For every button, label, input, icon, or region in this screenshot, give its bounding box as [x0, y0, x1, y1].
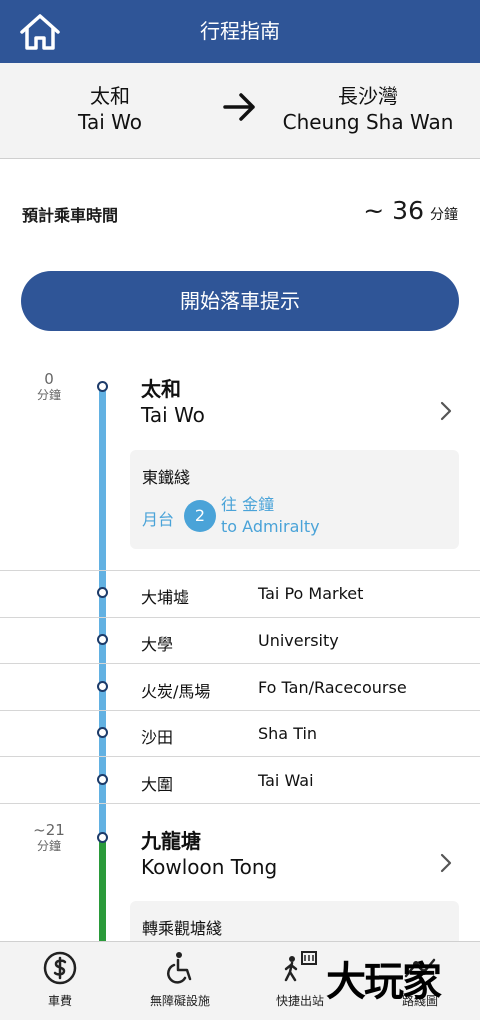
start-time-value: 0 [44, 370, 54, 388]
eta-value: ~ 36 [363, 196, 424, 225]
interchange-time-value: ~21 [33, 821, 65, 839]
interchange-time-unit: 分鐘 [36, 839, 61, 853]
stop-name-en: Tai Po Market [258, 584, 364, 603]
interchange-time: ~21 分鐘 [20, 821, 78, 854]
tab-label: 無障礙設施 [149, 994, 210, 1008]
start-alight-alert-button[interactable]: 開始落車提示 [21, 271, 459, 331]
destination-station: 長沙灣 Cheung Sha Wan [268, 83, 468, 135]
destination-name-zh: 長沙灣 [338, 84, 398, 108]
station-dot [97, 774, 108, 785]
divider [0, 570, 480, 571]
app-header: 行程指南 [0, 0, 480, 63]
origin-name-en: Tai Wo [78, 110, 142, 134]
interchange-station-en: Kowloon Tong [141, 855, 278, 879]
station-dot [97, 832, 108, 843]
tab-label: 車費 [47, 994, 72, 1008]
stop-name-zh: 大學 [141, 635, 174, 654]
interchange-station-name[interactable]: 九龍塘 Kowloon Tong [141, 828, 277, 880]
train-destination: 往 金鐘 to Admiralty [221, 494, 320, 538]
station-dot [97, 634, 108, 645]
arrow-right-icon [223, 93, 255, 121]
eta-value-block: ~ 36 分鐘 [363, 196, 458, 225]
stop-name-zh: 大圍 [141, 775, 174, 794]
east-rail-line-bar [99, 385, 106, 838]
divider [0, 803, 480, 804]
start-time: 0 分鐘 [20, 370, 78, 403]
start-station-zh: 太和 [141, 377, 181, 401]
divider [0, 617, 480, 618]
start-station-name[interactable]: 太和 Tai Wo [141, 376, 205, 428]
tab-accessibility[interactable]: 無障礙設施 [120, 942, 240, 1020]
dollar-icon [43, 951, 77, 985]
divider [0, 756, 480, 757]
origin-station: 太和 Tai Wo [40, 83, 180, 135]
exit-walk-icon [284, 951, 317, 982]
interchange-station-zh: 九龍塘 [141, 829, 201, 853]
divider [0, 710, 480, 711]
start-time-unit: 分鐘 [36, 388, 61, 402]
start-station-en: Tai Wo [141, 403, 205, 427]
stop-name-en: University [258, 631, 339, 650]
destination-name-en: Cheung Sha Wan [282, 110, 454, 134]
origin-name-zh: 太和 [90, 84, 130, 108]
watermark-logo: 大玩家 [326, 959, 442, 1005]
stop-name-en: Sha Tin [258, 724, 318, 743]
stop-name-en: Tai Wai [258, 771, 314, 790]
transfer-line-text: 轉乘觀塘綫 [142, 919, 223, 938]
stop-name-zh: 火炭/馬場 [141, 682, 211, 701]
station-dot [97, 727, 108, 738]
transfer-info-card: 轉乘觀塘綫 [130, 901, 459, 941]
page-title: 行程指南 [200, 19, 280, 43]
wheelchair-icon [167, 952, 192, 984]
station-dot [97, 587, 108, 598]
tab-fare[interactable]: 車費 [0, 942, 120, 1020]
destination-en: to Admiralty [221, 517, 320, 536]
eta-label: 預計乘車時間 [22, 206, 119, 225]
stop-name-zh: 大埔墟 [141, 588, 190, 607]
stop-name-zh: 沙田 [141, 728, 174, 747]
platform-number-badge: 2 [184, 500, 216, 532]
route-summary: 太和 Tai Wo 長沙灣 Cheung Sha Wan [0, 63, 480, 159]
station-dot [97, 681, 108, 692]
divider [0, 663, 480, 664]
chevron-right-icon[interactable] [438, 852, 454, 874]
line-name: 東鐵綫 [142, 468, 191, 487]
platform-label: 月台 [142, 510, 175, 529]
station-dot [97, 381, 108, 392]
destination-zh: 往 金鐘 [221, 495, 275, 514]
chevron-right-icon[interactable] [438, 400, 454, 422]
stop-name-en: Fo Tan/Racecourse [258, 678, 407, 697]
line-info-card: 東鐵綫 月台 2 往 金鐘 to Admiralty [130, 450, 459, 549]
eta-unit: 分鐘 [430, 207, 458, 223]
kwun-tong-line-bar [99, 838, 106, 942]
estimated-time: 預計乘車時間 ~ 36 分鐘 [0, 160, 480, 260]
